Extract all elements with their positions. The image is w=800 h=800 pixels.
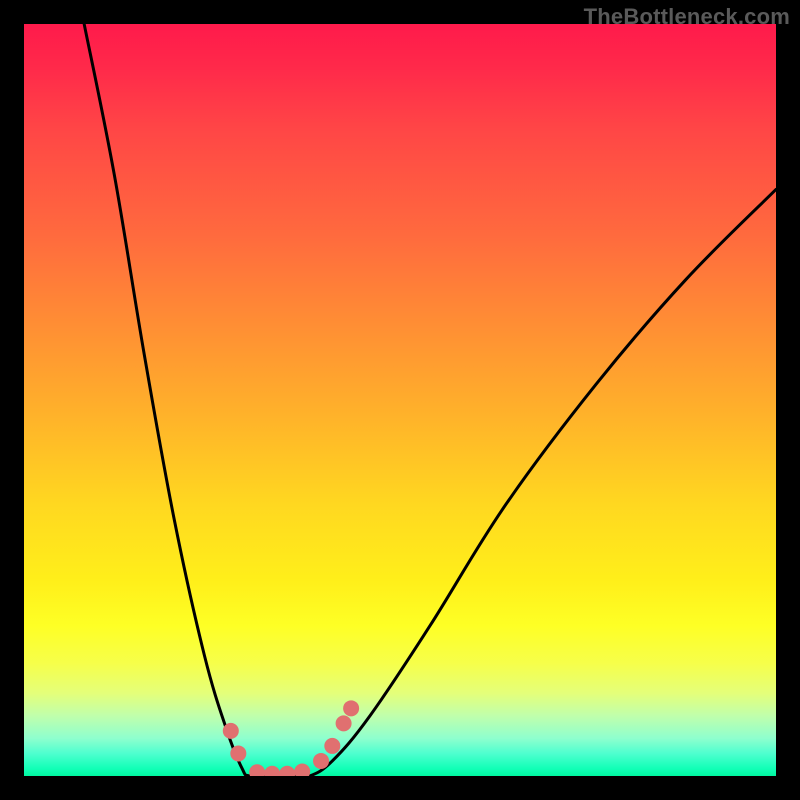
trough-dot (230, 745, 246, 761)
trough-dot (343, 700, 359, 716)
trough-dot (294, 763, 310, 776)
trough-dot (223, 723, 239, 739)
watermark-text: TheBottleneck.com (584, 4, 790, 30)
trough-dot (264, 766, 280, 776)
chart-svg (24, 24, 776, 776)
chart-curve-group (84, 24, 776, 776)
bottleneck-curve (84, 24, 776, 776)
trough-dot (313, 753, 329, 769)
trough-dot (324, 738, 340, 754)
trough-dot (249, 764, 265, 776)
trough-dot (336, 715, 352, 731)
trough-dot (279, 766, 295, 776)
chart-marker-group (223, 700, 359, 776)
